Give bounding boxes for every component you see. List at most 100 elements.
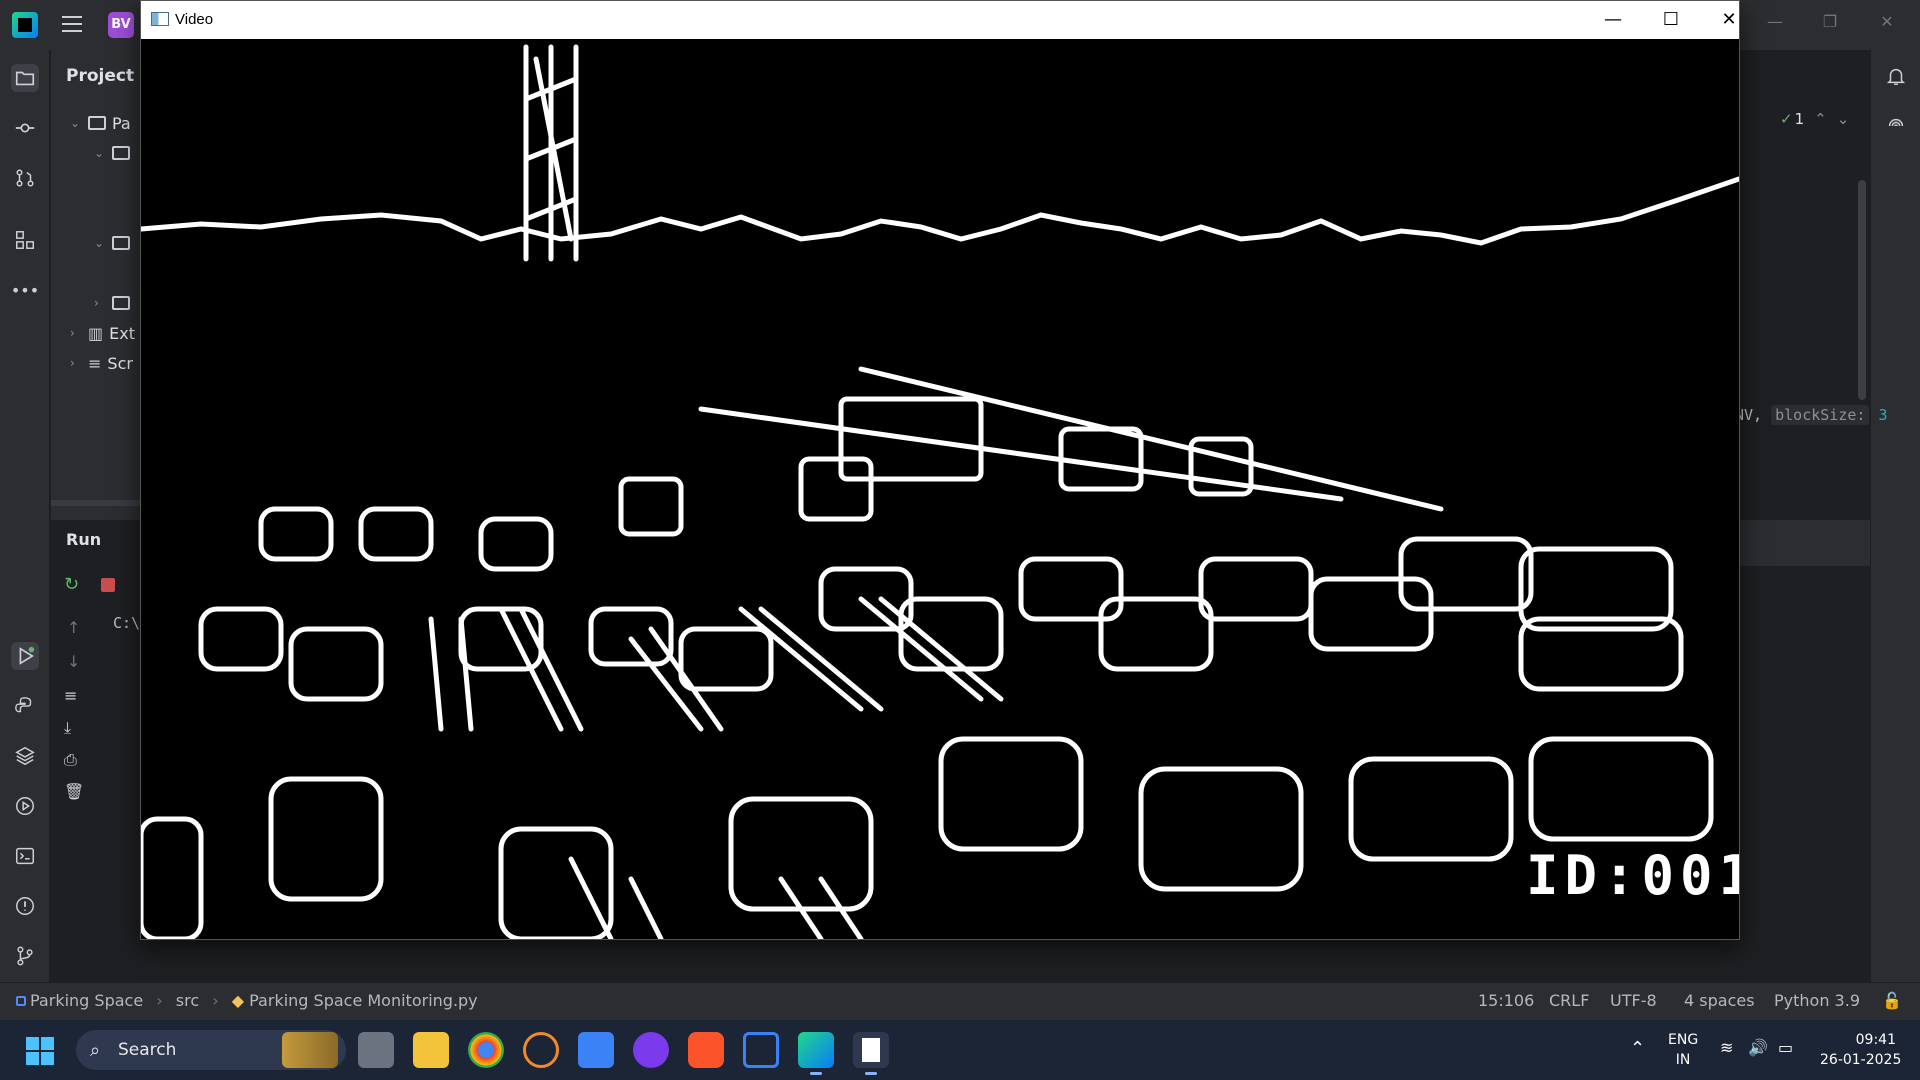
video-app-icon xyxy=(151,12,169,26)
tree-item-external-libraries[interactable]: › ▥ Ext xyxy=(70,322,135,344)
print-icon[interactable]: ⎙ xyxy=(64,750,77,770)
tree-item[interactable]: › xyxy=(94,292,130,314)
video-window-taskbar-icon[interactable] xyxy=(853,1032,889,1068)
cursor-position[interactable]: 15:106 xyxy=(1478,991,1534,1010)
main-menu-icon[interactable] xyxy=(62,16,82,32)
scroll-up-icon[interactable]: ↑ xyxy=(67,618,80,637)
chevron-down-icon[interactable]: ⌄ xyxy=(94,146,106,160)
close-icon[interactable]: ✕ xyxy=(1872,12,1902,31)
search-icon: ⌕ xyxy=(90,1040,101,1061)
volume-icon[interactable]: 🔊 xyxy=(1748,1038,1768,1057)
brave-browser-icon[interactable] xyxy=(688,1032,724,1068)
rerun-icon[interactable]: ↻ xyxy=(64,574,79,595)
commit-icon[interactable] xyxy=(11,114,39,142)
video-window[interactable]: Video — ☐ ✕ ID:001 xyxy=(138,0,1751,942)
file-encoding[interactable]: UTF-8 xyxy=(1610,991,1657,1010)
tray-overflow-chevron-icon[interactable]: ⌃ xyxy=(1630,1038,1645,1059)
inspection-count: 1 xyxy=(1794,110,1805,128)
battery-icon[interactable]: ▭ xyxy=(1778,1038,1793,1057)
video-close-icon[interactable]: ✕ xyxy=(1707,7,1751,33)
library-icon: ▥ xyxy=(88,323,104,343)
console-output: C:\ xyxy=(113,614,141,632)
run-icon[interactable] xyxy=(11,642,39,670)
project-badge[interactable]: BV xyxy=(108,12,134,38)
scroll-down-icon[interactable]: ↓ xyxy=(67,652,80,671)
video-minimize-icon[interactable]: — xyxy=(1591,7,1635,33)
inspection-check-indicator[interactable]: ✓ 1 ⌃ ⌄ xyxy=(1780,110,1849,128)
chevron-right-icon[interactable]: › xyxy=(70,356,82,370)
chrome-icon[interactable] xyxy=(468,1032,504,1068)
breadcrumb: Parking Space › src › ◆ Parking Space Mo… xyxy=(16,991,478,1010)
scroll-to-end-icon[interactable]: ⤓ xyxy=(64,718,71,738)
folder-icon xyxy=(112,146,130,160)
editor-scrollbar[interactable] xyxy=(1858,180,1866,400)
thresholded-video-frame: ID:001 xyxy=(138,39,1751,942)
start-windows-icon[interactable] xyxy=(26,1037,54,1065)
region-code: IN xyxy=(1675,1052,1691,1068)
terminal-icon[interactable] xyxy=(11,842,39,870)
jupyter-icon[interactable] xyxy=(523,1032,559,1068)
run-panel-title[interactable]: Run xyxy=(66,530,101,549)
project-panel-title[interactable]: Project xyxy=(66,66,134,86)
project-folder-icon[interactable] xyxy=(11,64,39,92)
breadcrumb-src[interactable]: src xyxy=(176,991,199,1010)
pycharm-logo-icon[interactable] xyxy=(12,12,38,38)
wifi-icon[interactable]: ≋ xyxy=(1720,1038,1733,1057)
language-indicator[interactable]: ENG IN xyxy=(1668,1030,1698,1070)
notifications-bell-icon[interactable] xyxy=(1882,62,1910,90)
file-explorer-icon[interactable] xyxy=(413,1032,449,1068)
tree-item[interactable]: ⌄ xyxy=(94,142,130,164)
indent-setting[interactable]: 4 spaces xyxy=(1684,991,1755,1010)
chevron-right-icon: › xyxy=(156,991,163,1010)
chevron-down-icon[interactable]: ⌄ xyxy=(94,236,106,250)
problems-icon[interactable] xyxy=(11,892,39,920)
python-console-icon[interactable] xyxy=(11,692,39,720)
chevron-right-icon[interactable]: › xyxy=(70,326,82,340)
ai-assistant-icon[interactable] xyxy=(1882,112,1910,140)
task-view-icon[interactable] xyxy=(358,1032,394,1068)
video-maximize-icon[interactable]: ☐ xyxy=(1649,7,1693,33)
restore-icon[interactable]: ❐ xyxy=(1815,12,1845,31)
clear-trash-icon[interactable]: 🗑 xyxy=(64,782,84,801)
chevron-right-icon: › xyxy=(212,991,219,1010)
minimize-icon[interactable]: — xyxy=(1760,12,1790,31)
structure-icon[interactable] xyxy=(11,226,39,254)
tree-item-label: Ext xyxy=(109,323,135,343)
active-app-indicator xyxy=(810,1072,822,1075)
lock-icon[interactable]: 🔓 xyxy=(1882,991,1902,1010)
services-icon[interactable] xyxy=(11,792,39,820)
chevron-right-icon[interactable]: › xyxy=(94,296,106,310)
video-window-titlebar[interactable]: Video — ☐ ✕ xyxy=(141,1,1739,39)
tree-item[interactable]: ⌄ xyxy=(94,232,130,254)
pull-requests-icon[interactable] xyxy=(11,164,39,192)
python-interpreter[interactable]: Python 3.9 xyxy=(1774,991,1860,1010)
panel-splitter[interactable] xyxy=(51,500,141,520)
more-tools-icon[interactable]: ••• xyxy=(11,276,39,304)
prev-highlight-icon[interactable]: ⌃ xyxy=(1814,110,1827,128)
tree-item-root[interactable]: ⌄ Pa xyxy=(70,112,131,134)
code-line-fragment: NV, blockSize: 3 xyxy=(1735,405,1888,425)
next-highlight-icon[interactable]: ⌄ xyxy=(1837,110,1850,128)
right-tool-strip xyxy=(1870,50,1920,982)
stop-icon[interactable] xyxy=(101,578,115,592)
parameter-hint: blockSize: xyxy=(1771,405,1870,425)
breadcrumb-project[interactable]: Parking Space xyxy=(30,991,143,1010)
mail-icon[interactable] xyxy=(578,1032,614,1068)
line-separator[interactable]: CRLF xyxy=(1549,991,1589,1010)
scratches-icon: ≡ xyxy=(88,353,102,373)
clock[interactable]: 09:41 26-01-2025 xyxy=(1820,1030,1901,1070)
breadcrumb-file[interactable]: Parking Space Monitoring.py xyxy=(249,991,478,1010)
search-highlight-image[interactable] xyxy=(282,1032,338,1068)
git-icon[interactable] xyxy=(11,942,39,970)
vscode-icon[interactable] xyxy=(743,1032,779,1068)
chevron-down-icon[interactable]: ⌄ xyxy=(70,116,82,130)
run-panel-header xyxy=(1730,520,1870,566)
language-code: ENG xyxy=(1668,1032,1699,1048)
soft-wrap-icon[interactable]: ≡ xyxy=(64,686,77,705)
vehicle-id-overlay: ID:001 xyxy=(1526,844,1739,907)
folder-icon xyxy=(112,296,130,310)
github-desktop-icon[interactable] xyxy=(633,1032,669,1068)
python-packages-icon[interactable] xyxy=(11,742,39,770)
tree-item-scratches[interactable]: › ≡ Scr xyxy=(70,352,133,374)
pycharm-taskbar-icon[interactable] xyxy=(798,1032,834,1068)
